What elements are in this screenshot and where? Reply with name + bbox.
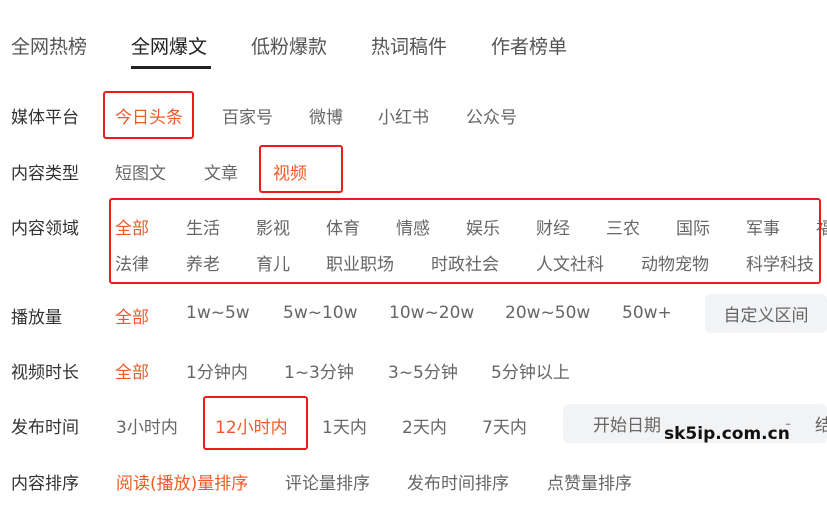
domain-option-career[interactable]: 职业职场 [326,250,394,275]
domain-option-parenting[interactable]: 育儿 [256,250,290,275]
publish-time-option-12h[interactable]: 12小时内 [215,413,288,438]
custom-range-button[interactable]: 自定义区间 [705,294,827,333]
domain-option-international[interactable]: 国际 [676,214,710,239]
domain-option-science-tech[interactable]: 科学科技 [746,250,814,275]
duration-option-3-5min[interactable]: 3~5分钟 [388,358,458,383]
duration-option-over-5min[interactable]: 5分钟以上 [491,358,570,383]
domain-option-sports[interactable]: 体育 [326,214,360,239]
platform-option-weibo[interactable]: 微博 [309,103,343,128]
domain-option-humanities[interactable]: 人文社科 [536,250,604,275]
plays-option-5w-10w[interactable]: 5w~10w [283,303,358,323]
domain-option-entertainment[interactable]: 娱乐 [466,214,500,239]
plays-option-50w-plus[interactable]: 50w+ [622,303,672,323]
platform-option-baijiahao[interactable]: 百家号 [222,103,273,128]
start-date-placeholder[interactable]: 开始日期 [593,411,661,436]
plays-option-all[interactable]: 全部 [115,303,149,328]
sort-option-likes[interactable]: 点赞量排序 [547,469,632,494]
domain-option-life[interactable]: 生活 [186,214,220,239]
content-type-option-article[interactable]: 文章 [204,159,238,184]
end-date-placeholder[interactable]: 结 [815,411,827,436]
tab-author-ranking[interactable]: 作者榜单 [491,32,567,59]
tab-low-follower-hits[interactable]: 低粉爆款 [251,32,327,59]
platform-option-xiaohongshu[interactable]: 小红书 [378,103,429,128]
sort-option-comments[interactable]: 评论量排序 [285,469,370,494]
platform-option-toutiao[interactable]: 今日头条 [115,103,183,128]
publish-time-option-7d[interactable]: 7天内 [482,413,527,438]
platform-option-gongzhonghao[interactable]: 公众号 [466,103,517,128]
plays-option-1w-5w[interactable]: 1w~5w [186,303,250,323]
domain-option-military[interactable]: 军事 [746,214,780,239]
tab-hot-list[interactable]: 全网热榜 [11,32,87,59]
domain-option-law[interactable]: 法律 [115,250,149,275]
domain-option-all[interactable]: 全部 [115,214,149,239]
publish-time-option-2d[interactable]: 2天内 [402,413,447,438]
plays-label: 播放量 [11,308,62,328]
platform-label: 媒体平台 [11,108,79,128]
tab-bar: 全网热榜 全网爆文 低粉爆款 热词稿件 作者榜单 [0,0,827,72]
domain-label: 内容领域 [11,219,79,239]
content-type-option-short-image[interactable]: 短图文 [115,159,166,184]
domain-option-politics-society[interactable]: 时政社会 [431,250,499,275]
custom-range-label: 自定义区间 [723,306,809,326]
domain-option-agriculture[interactable]: 三农 [606,214,640,239]
duration-option-all[interactable]: 全部 [115,358,149,383]
sort-option-publish-time[interactable]: 发布时间排序 [407,469,509,494]
publish-time-label: 发布时间 [11,418,79,438]
sort-label: 内容排序 [11,474,79,494]
active-tab-underline [131,66,211,69]
content-type-option-video[interactable]: 视频 [273,159,307,184]
domain-option-film[interactable]: 影视 [256,214,290,239]
duration-label: 视频时长 [11,363,79,383]
domain-option-emotion[interactable]: 情感 [396,214,430,239]
domain-option-finance[interactable]: 财经 [536,214,570,239]
tab-hot-word-posts[interactable]: 热词稿件 [371,32,447,59]
domain-option-clipped[interactable]: 福 [816,214,827,239]
plays-option-20w-50w[interactable]: 20w~50w [505,303,590,323]
watermark: sk5ip.com.cn [664,424,790,444]
publish-time-option-1d[interactable]: 1天内 [322,413,367,438]
domain-option-pets[interactable]: 动物宠物 [641,250,709,275]
plays-option-10w-20w[interactable]: 10w~20w [389,303,474,323]
sort-option-reads[interactable]: 阅读(播放)量排序 [116,469,248,494]
content-type-label: 内容类型 [11,164,79,184]
duration-option-1-3min[interactable]: 1~3分钟 [284,358,354,383]
domain-option-elderly-care[interactable]: 养老 [186,250,220,275]
duration-option-under-1min[interactable]: 1分钟内 [186,358,248,383]
tab-viral-articles[interactable]: 全网爆文 [131,32,207,59]
publish-time-option-3h[interactable]: 3小时内 [116,413,178,438]
